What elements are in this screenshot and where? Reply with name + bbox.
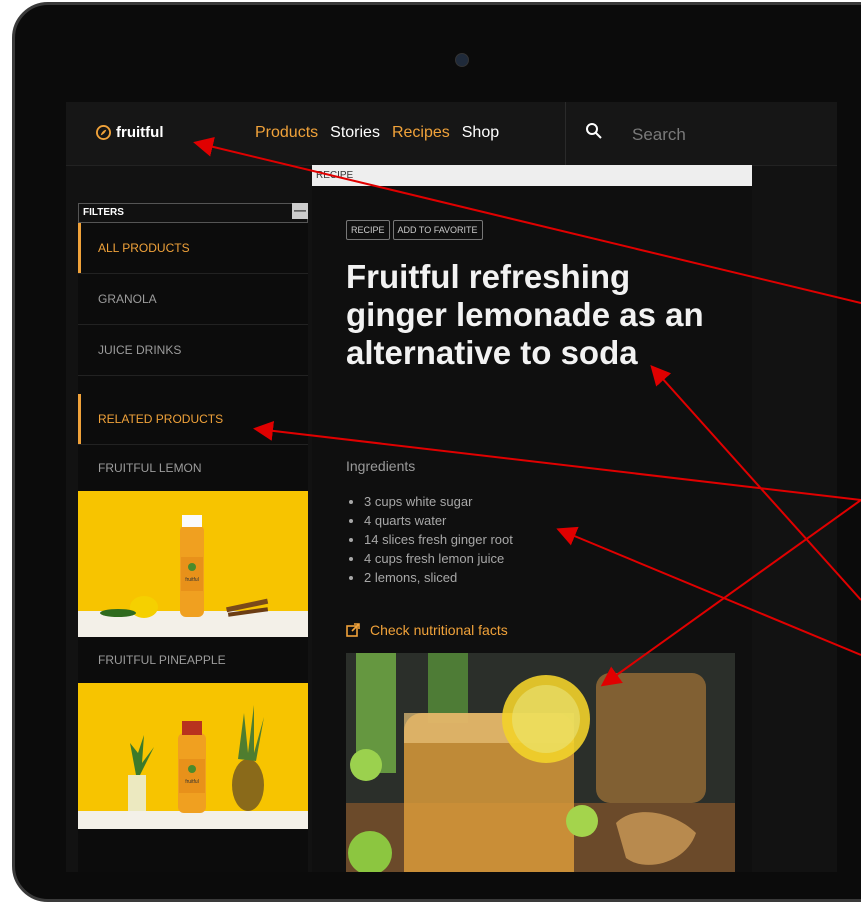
tag-recipe[interactable]: RECIPE	[346, 220, 390, 240]
external-link-icon	[346, 623, 360, 637]
product-image-pineapple[interactable]: fruitful	[78, 683, 308, 829]
article-title: Fruitful refreshing ginger lemonade as a…	[346, 258, 704, 371]
product-label-lemon[interactable]: FRUITFUL LEMON	[78, 445, 308, 491]
fruit-logo-icon	[96, 125, 111, 140]
list-item: 4 cups fresh lemon juice	[364, 549, 513, 568]
breadcrumb: RECIPE	[312, 165, 752, 186]
top-bar: fruitful Products Stories Recipes Shop	[66, 102, 837, 166]
related-products-heading: RELATED PRODUCTS	[78, 394, 308, 445]
filters-header: FILTERS —	[78, 203, 308, 223]
app-screen: fruitful Products Stories Recipes Shop F…	[66, 102, 837, 872]
camera-icon	[455, 53, 469, 67]
sidebar-item-granola[interactable]: GRANOLA	[78, 274, 308, 325]
list-item: 2 lemons, sliced	[364, 568, 513, 587]
nutrition-link-label: Check nutritional facts	[370, 622, 508, 638]
brand-logo[interactable]: fruitful	[96, 124, 163, 141]
brand-name: fruitful	[116, 124, 164, 141]
search-icon[interactable]	[585, 122, 603, 140]
search-divider	[565, 102, 566, 165]
ingredients-list: 3 cups white sugar 4 quarts water 14 sli…	[350, 492, 513, 587]
main-nav: Products Stories Recipes Shop	[255, 124, 499, 142]
list-item: 4 quarts water	[364, 511, 513, 530]
product-image-lemon[interactable]: fruitful	[78, 491, 308, 637]
ingredients-heading: Ingredients	[346, 458, 416, 474]
add-to-favorite-button[interactable]: ADD TO FAVORITE	[392, 220, 483, 240]
recipe-photo	[346, 653, 735, 872]
filters-label: FILTERS	[83, 207, 124, 218]
product-label-pineapple[interactable]: FRUITFUL PINEAPPLE	[78, 637, 308, 683]
nav-stories[interactable]: Stories	[330, 124, 380, 142]
nav-shop[interactable]: Shop	[462, 124, 499, 142]
sidebar-item-juice-drinks[interactable]: JUICE DRINKS	[78, 325, 308, 376]
article-tags: RECIPE ADD TO FAVORITE	[346, 220, 483, 240]
sidebar-filters: FILTERS — ALL PRODUCTS GRANOLA JUICE DRI…	[78, 203, 308, 872]
sidebar-item-all-products[interactable]: ALL PRODUCTS	[78, 223, 308, 274]
recipe-article: RECIPE ADD TO FAVORITE Fruitful refreshi…	[312, 186, 752, 872]
nav-recipes[interactable]: Recipes	[392, 124, 450, 142]
list-item: 14 slices fresh ginger root	[364, 530, 513, 549]
collapse-button[interactable]: —	[292, 203, 308, 219]
bottle-label-lemon: fruitful	[185, 577, 199, 583]
search-input[interactable]	[630, 122, 824, 148]
bottle-label-pineapple: fruitful	[185, 779, 199, 785]
nutrition-link[interactable]: Check nutritional facts	[346, 622, 508, 638]
nav-products[interactable]: Products	[255, 124, 318, 142]
list-item: 3 cups white sugar	[364, 492, 513, 511]
